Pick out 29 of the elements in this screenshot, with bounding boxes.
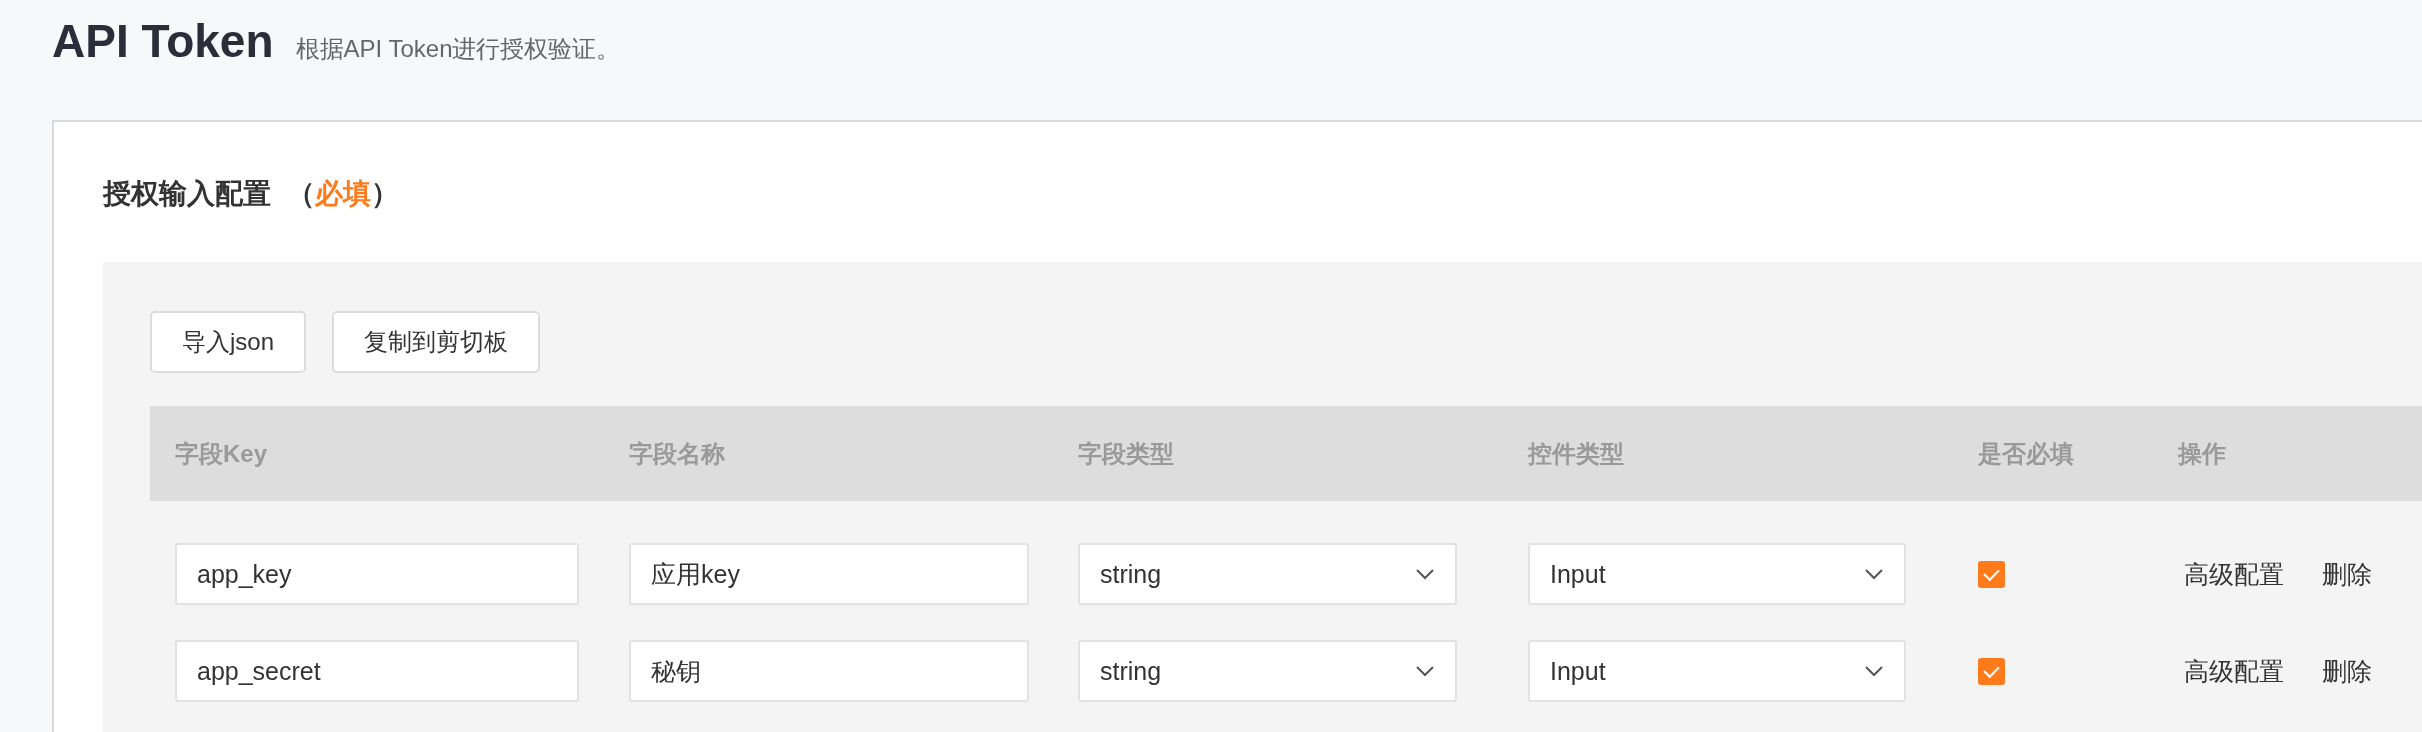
column-header: 字段类型 [1078, 438, 1174, 469]
column-header: 字段名称 [629, 438, 725, 469]
row-action-link[interactable]: 高级配置 [2184, 654, 2284, 688]
column-header: 操作 [2178, 438, 2226, 469]
field-type-select[interactable]: string [1078, 640, 1457, 702]
field-key-input[interactable]: app_secret [175, 640, 579, 702]
row-action-link[interactable]: 删除 [2322, 654, 2372, 688]
column-header: 是否必填 [1978, 438, 2074, 469]
field-name-input[interactable]: 秘钥 [629, 640, 1029, 702]
row-action-link[interactable]: 高级配置 [2184, 557, 2284, 591]
page-title: API Token [52, 14, 274, 68]
column-header: 控件类型 [1528, 438, 1624, 469]
chevron-down-icon [1864, 568, 1884, 580]
chevron-down-icon [1864, 665, 1884, 677]
toolbar-button[interactable]: 导入json [150, 311, 307, 373]
required-checkbox[interactable] [1978, 657, 2005, 685]
field-type-select[interactable]: string [1078, 543, 1457, 605]
row-action-link[interactable]: 删除 [2322, 557, 2372, 591]
required-checkbox[interactable] [1978, 560, 2005, 588]
column-header: 字段Key [175, 438, 268, 469]
toolbar-button[interactable]: 复制到剪切板 [332, 311, 541, 373]
chevron-down-icon [1415, 568, 1435, 580]
control-type-select[interactable]: Input [1528, 640, 1906, 702]
page-description: 根据API Token进行授权验证。 [295, 34, 621, 64]
field-name-input[interactable]: 应用key [629, 543, 1029, 605]
control-type-select[interactable]: Input [1528, 543, 1906, 605]
section-title: 授权输入配置 （必填） [103, 177, 400, 211]
chevron-down-icon [1415, 665, 1435, 677]
field-key-input[interactable]: app_key [175, 543, 579, 605]
